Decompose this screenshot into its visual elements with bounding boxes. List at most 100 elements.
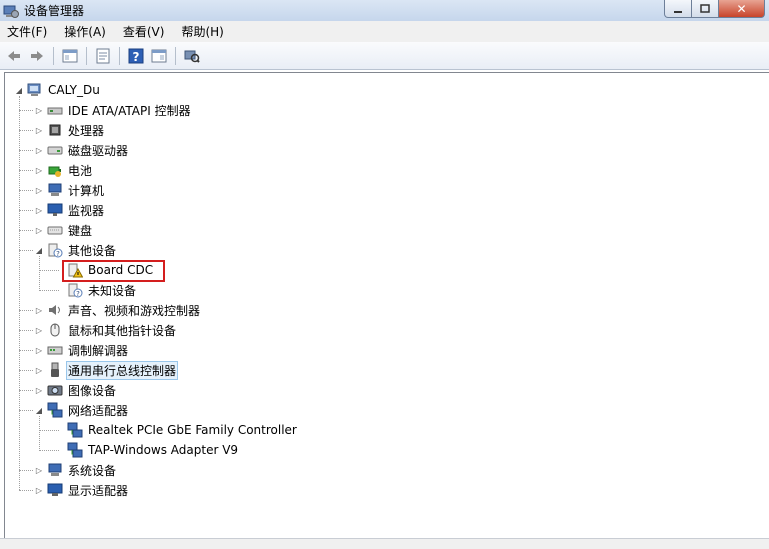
- tree-item-label: TAP-Windows Adapter V9: [88, 443, 239, 457]
- tree-device-item[interactable]: TAP-Windows Adapter V9: [54, 440, 240, 460]
- maximize-button[interactable]: [692, 0, 719, 18]
- scan-hardware-icon: [184, 50, 200, 63]
- tree-connector: [39, 290, 59, 291]
- tree-item-label: 鼠标和其他指针设备: [68, 323, 177, 338]
- tree-item-label: 通用串行总线控制器: [66, 360, 179, 380]
- expand-arrow-icon[interactable]: ▷: [34, 160, 44, 180]
- help-button[interactable]: ?: [126, 46, 146, 66]
- scan-hardware-button[interactable]: [182, 46, 202, 66]
- tree-category-item[interactable]: ▷ 图像设备: [34, 380, 118, 400]
- title-bar: 设备管理器 ✕: [0, 0, 769, 21]
- tree-category-item[interactable]: ▷ 计算机: [34, 180, 106, 200]
- tree-item-label: 计算机: [68, 183, 105, 198]
- expand-arrow-icon[interactable]: ▷: [34, 460, 44, 480]
- expand-arrow-icon[interactable]: ▷: [34, 340, 44, 360]
- tree-category-item[interactable]: ▷ 磁盘驱动器: [34, 140, 130, 160]
- tree-item-label: 键盘: [68, 223, 93, 238]
- tree-device-item[interactable]: ? 未知设备: [54, 280, 138, 300]
- tree-connector: [39, 270, 59, 271]
- tree-connector: [19, 110, 33, 111]
- forward-icon: [31, 50, 43, 61]
- tree-category-item[interactable]: ▷ 系统设备: [34, 460, 118, 480]
- tree-connector: [19, 350, 33, 351]
- expand-arrow-icon[interactable]: ▷: [34, 100, 44, 120]
- disk-drive-icon: [47, 142, 63, 158]
- tree-connector: [19, 410, 33, 411]
- menu-help[interactable]: 帮助(H): [181, 23, 223, 40]
- close-icon: ✕: [736, 1, 747, 16]
- battery-icon: [47, 162, 63, 178]
- tree-category-item[interactable]: ▷ 监视器: [34, 200, 106, 220]
- processor-icon: [47, 122, 63, 138]
- forward-button[interactable]: [27, 46, 47, 66]
- tree-category-item[interactable]: ▷ 调制解调器: [34, 340, 130, 360]
- tree-item-label: 图像设备: [68, 383, 117, 398]
- tree-category-item[interactable]: ▷ 鼠标和其他指针设备: [34, 320, 178, 340]
- menu-file[interactable]: 文件(F): [7, 23, 47, 40]
- tree-connector: [19, 390, 33, 391]
- tree-item-label: 显示适配器: [68, 483, 129, 498]
- back-icon: [8, 50, 20, 61]
- tree-item-label: 声音、视频和游戏控制器: [68, 303, 201, 318]
- expand-arrow-icon[interactable]: ▷: [34, 320, 44, 340]
- tree-category-item[interactable]: ◢? 其他设备: [34, 240, 118, 260]
- tree-connector: [19, 250, 33, 251]
- toolbar-separator: [86, 46, 87, 65]
- tree-category-item[interactable]: ◢ 网络适配器: [34, 400, 130, 420]
- expand-arrow-icon[interactable]: ▷: [34, 180, 44, 200]
- tree-connector: [19, 130, 33, 131]
- network-adapter-icon: [67, 422, 83, 438]
- tree-item-label: 调制解调器: [68, 343, 129, 358]
- tree-category-item[interactable]: ▷ 键盘: [34, 220, 94, 240]
- close-button[interactable]: ✕: [719, 0, 765, 18]
- tree-category-item[interactable]: ▷ 通用串行总线控制器: [34, 360, 179, 380]
- device-tree: ◢ CALY_Du ▷ IDE ATA/ATAPI 控制器 ▷ 处理器 ▷ 磁盘驱动器 ▷ 电池 ▷…: [4, 72, 769, 538]
- minimize-button[interactable]: [664, 0, 692, 18]
- expand-arrow-icon[interactable]: ▷: [34, 360, 44, 380]
- menu-view[interactable]: 查看(V): [123, 23, 165, 40]
- window-title: 设备管理器: [24, 4, 85, 18]
- help-icon: ?: [128, 48, 144, 64]
- tree-category-item[interactable]: ▷ 处理器: [34, 120, 106, 140]
- tree-item-label: 处理器: [68, 123, 105, 138]
- tree-connector: [19, 96, 20, 490]
- menu-bar: 文件(F) 操作(A) 查看(V) 帮助(H): [0, 21, 769, 42]
- tree-connector: [19, 190, 33, 191]
- svg-text:?: ?: [76, 290, 80, 298]
- expand-arrow-icon[interactable]: ▷: [34, 380, 44, 400]
- tree-category-item[interactable]: ▷ 电池: [34, 160, 94, 180]
- tree-connector: [39, 256, 40, 291]
- tree-item-label: IDE ATA/ATAPI 控制器: [68, 103, 191, 118]
- expand-arrow-icon[interactable]: ▷: [34, 200, 44, 220]
- properties-button[interactable]: [93, 46, 113, 66]
- show-hide-tree-button[interactable]: [60, 46, 80, 66]
- tree-item-label: Realtek PCIe GbE Family Controller: [88, 423, 297, 437]
- tree-connector: [19, 370, 33, 371]
- computer-root-icon: [27, 82, 43, 98]
- expand-arrow-icon[interactable]: ▷: [34, 220, 44, 240]
- menu-action[interactable]: 操作(A): [64, 23, 106, 40]
- device-manager-icon: [3, 3, 19, 19]
- tree-device-item[interactable]: Realtek PCIe GbE Family Controller: [54, 420, 299, 440]
- svg-text:?: ?: [56, 250, 60, 258]
- highlight-box: [62, 260, 165, 282]
- tree-connector: [39, 450, 59, 451]
- tree-root-item[interactable]: ◢ CALY_Du: [14, 80, 102, 100]
- tree-item-label: 其他设备: [68, 243, 117, 258]
- back-button[interactable]: [4, 46, 24, 66]
- tree-item-label: 电池: [68, 163, 93, 178]
- tree-category-item[interactable]: ▷ 显示适配器: [34, 480, 130, 500]
- tree-connector: [19, 490, 33, 491]
- action-pane-button[interactable]: [149, 46, 169, 66]
- maximize-icon: [700, 3, 710, 13]
- tree-category-item[interactable]: ▷ 声音、视频和游戏控制器: [34, 300, 202, 320]
- expand-arrow-icon[interactable]: ▷: [34, 120, 44, 140]
- tree-connector: [19, 170, 33, 171]
- tree-item-label: 磁盘驱动器: [68, 143, 129, 158]
- expand-arrow-icon[interactable]: ▷: [34, 480, 44, 500]
- properties-icon: [96, 48, 110, 63]
- expand-arrow-icon[interactable]: ▷: [34, 140, 44, 160]
- tree-category-item[interactable]: ▷ IDE ATA/ATAPI 控制器: [34, 100, 193, 120]
- display-adapter-icon: [47, 482, 63, 498]
- expand-arrow-icon[interactable]: ▷: [34, 300, 44, 320]
